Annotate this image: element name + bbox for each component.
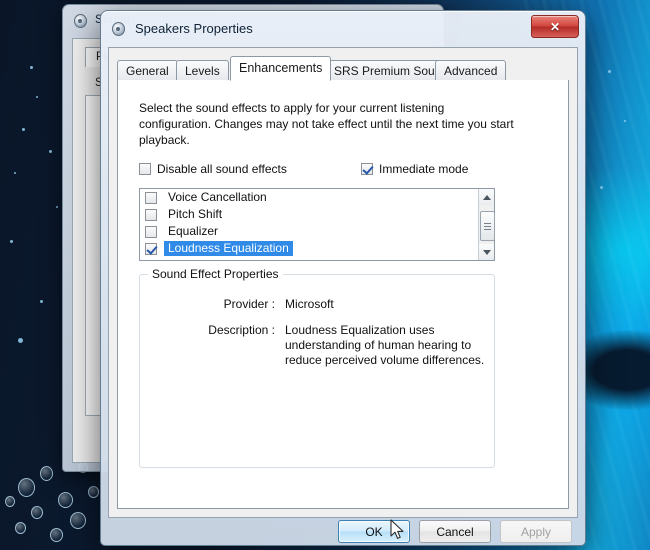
scroll-down-icon[interactable] [479, 244, 494, 260]
disable-all-sound-effects-label: Disable all sound effects [157, 162, 287, 176]
water-sparkle [624, 120, 626, 122]
water-sparkle [18, 338, 23, 343]
water-sparkle [36, 96, 38, 98]
sound-effects-list[interactable]: Voice Cancellation Pitch Shift Equalizer… [139, 188, 495, 261]
bubble [5, 496, 15, 507]
tab-levels[interactable]: Levels [176, 60, 229, 81]
enhancements-panel: Select the sound effects to apply for yo… [117, 80, 569, 509]
water-sparkle [56, 206, 58, 208]
checkbox-icon[interactable] [145, 242, 157, 255]
list-item-label: Pitch Shift [168, 207, 223, 221]
bubble [50, 528, 63, 542]
panel-description: Select the sound effects to apply for yo… [139, 101, 514, 147]
water-sparkle [40, 300, 43, 303]
speaker-icon [111, 20, 127, 36]
list-item-label: Loudness Equalization [164, 241, 293, 256]
bubble [18, 478, 35, 497]
checkbox-icon[interactable] [145, 208, 157, 221]
tab-general[interactable]: General [117, 60, 178, 81]
tab-bar[interactable]: General Levels Enhancements SRS Premium … [117, 56, 569, 82]
ok-button[interactable]: OK [338, 520, 410, 543]
checkbox-icon[interactable] [145, 191, 157, 204]
tab-advanced[interactable]: Advanced [435, 60, 507, 81]
water-sparkle [600, 186, 603, 189]
dialog-content: General Levels Enhancements SRS Premium … [108, 47, 578, 518]
bubble [31, 506, 43, 519]
checkbox-icon[interactable] [361, 163, 373, 175]
description-label: Description : [208, 323, 275, 337]
group-title: Sound Effect Properties [148, 267, 283, 281]
cancel-button[interactable]: Cancel [419, 520, 491, 543]
list-item[interactable]: Voice Cancellation [140, 189, 494, 206]
provider-value: Microsoft [285, 297, 334, 311]
water-sparkle [10, 240, 13, 243]
checkbox-icon[interactable] [139, 163, 151, 175]
speakers-properties-dialog[interactable]: Speakers Properties ✕ General Levels Enh… [100, 10, 586, 546]
water-sparkle [608, 70, 611, 73]
provider-label: Provider : [223, 297, 275, 311]
immediate-mode-checkbox[interactable]: Immediate mode [361, 162, 468, 176]
water-sparkle [49, 150, 52, 153]
water-sparkle [14, 172, 16, 174]
list-item-label: Voice Cancellation [168, 190, 267, 204]
dialog-titlebar[interactable]: Speakers Properties ✕ [101, 11, 585, 45]
bubble [70, 512, 86, 529]
disable-all-sound-effects-checkbox[interactable]: Disable all sound effects [139, 162, 287, 176]
immediate-mode-label: Immediate mode [379, 162, 469, 176]
desktop-background: Sound Playback S Speakers Properties ✕ G… [0, 0, 650, 550]
description-value: Loudness Equalization uses understanding… [285, 323, 485, 367]
scrollbar-thumb[interactable] [480, 211, 495, 241]
list-item-label: Equalizer [168, 224, 219, 238]
apply-button: Apply [500, 520, 572, 543]
checkbox-icon[interactable] [145, 225, 157, 238]
bubble [15, 522, 26, 534]
bubble [58, 492, 73, 508]
dialog-footer: OK Cancel Apply [108, 517, 578, 543]
tab-enhancements[interactable]: Enhancements [230, 56, 332, 81]
sound-effect-properties-group: Sound Effect Properties Provider : Micro… [139, 267, 495, 468]
water-sparkle [22, 128, 25, 131]
close-icon[interactable]: ✕ [531, 15, 579, 38]
list-scrollbar[interactable] [478, 189, 495, 260]
scroll-up-icon[interactable] [479, 189, 494, 205]
speaker-icon [73, 12, 89, 28]
dialog-title: Speakers Properties [135, 20, 253, 36]
list-item[interactable]: Loudness Equalization [140, 240, 494, 257]
bubble [88, 486, 99, 498]
list-item[interactable]: Equalizer [140, 223, 494, 240]
bubble [40, 466, 53, 481]
water-sparkle [30, 66, 33, 69]
list-item[interactable]: Pitch Shift [140, 206, 494, 223]
